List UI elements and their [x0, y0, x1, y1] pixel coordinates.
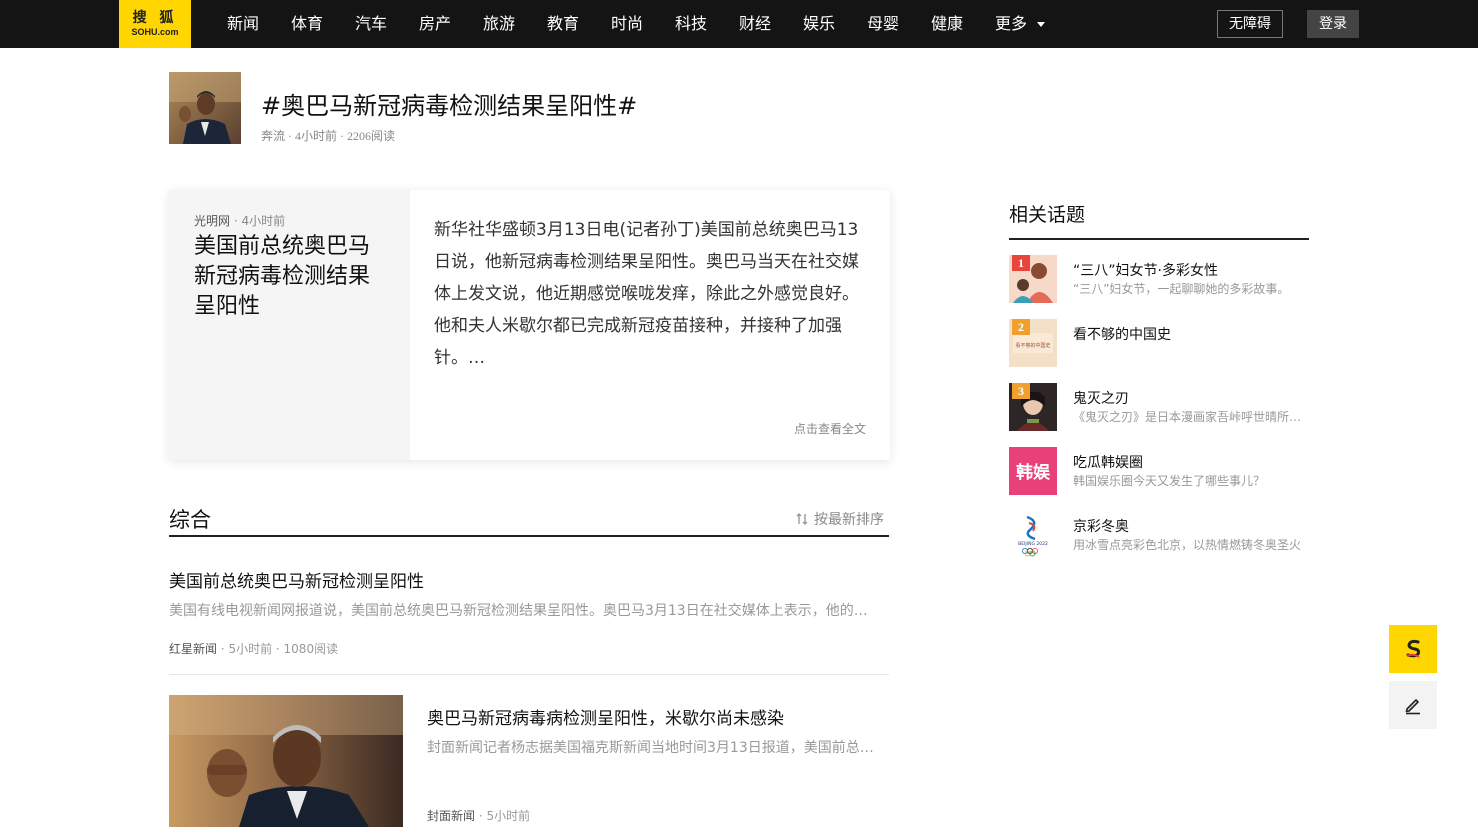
- related-topic-thumbnail: 韩娱: [1009, 447, 1057, 495]
- sohu-s-icon: [1406, 639, 1421, 658]
- rank-badge: 2: [1012, 319, 1030, 335]
- section-divider: [169, 535, 889, 537]
- related-topic-title: 京彩冬奥: [1073, 519, 1129, 535]
- article-title[interactable]: 美国前总统奥巴马新冠检测呈阳性: [169, 567, 424, 592]
- nav-item-entertainment[interactable]: 娱乐: [787, 0, 851, 48]
- nav-item-finance[interactable]: 财经: [723, 0, 787, 48]
- related-topic-item[interactable]: 1 “三八”妇女节·多彩女性 “三八”妇女节，一起聊聊她的多彩故事。: [1009, 255, 1309, 303]
- related-topics-title: 相关话题: [1009, 204, 1086, 226]
- logo-english-text: SOHU.com: [131, 27, 179, 37]
- topic-meta: 奔流 · 4小时前 · 2206阅读: [261, 129, 395, 143]
- article-time-reads: · 5小时前 · 1080阅读: [217, 642, 339, 656]
- related-topic-title: 鬼灭之刃: [1073, 391, 1129, 407]
- sort-icon: [796, 513, 808, 525]
- write-post-button[interactable]: [1389, 681, 1437, 729]
- nav-item-health[interactable]: 健康: [915, 0, 979, 48]
- topic-title: #奥巴马新冠病毒检测结果呈阳性#: [261, 92, 638, 120]
- related-topic-item[interactable]: BEIJING 2022 京彩冬奥 用冰雪点亮彩色北京，以热情燃铸冬奥圣火: [1009, 511, 1309, 559]
- nav-item-parenting[interactable]: 母婴: [851, 0, 915, 48]
- article-source[interactable]: 封面新闻: [427, 809, 475, 823]
- related-topic-item[interactable]: 韩娱 吃瓜韩娱圈 韩国娱乐圈今天又发生了哪些事儿？: [1009, 447, 1309, 495]
- sort-label: 按最新排序: [814, 512, 884, 528]
- rank-badge: 1: [1012, 255, 1030, 271]
- article-divider: [169, 674, 889, 675]
- nav-item-sports[interactable]: 体育: [275, 0, 339, 48]
- article-meta: 红星新闻 · 5小时前 · 1080阅读: [169, 640, 338, 657]
- related-topic-item[interactable]: 看不够的中国史 2 看不够的中国史: [1009, 319, 1309, 367]
- related-topic-item[interactable]: 3 鬼灭之刃 《鬼灭之刃》是日本漫画家吾峠呼世晴所著的少年漫画作品: [1009, 383, 1309, 431]
- topic-avatar-image: [169, 72, 241, 144]
- related-topic-desc: 用冰雪点亮彩色北京，以热情燃铸冬奥圣火: [1073, 538, 1302, 552]
- thumbnail-caption: BEIJING 2022: [1018, 541, 1048, 547]
- article-source[interactable]: 红星新闻: [169, 642, 217, 656]
- accessibility-button[interactable]: 无障碍: [1217, 10, 1283, 38]
- thumbnail-caption: 看不够的中国史: [1015, 342, 1050, 349]
- nav-item-education[interactable]: 教育: [531, 0, 595, 48]
- nav-item-realestate[interactable]: 房产: [403, 0, 467, 48]
- article-title[interactable]: 奥巴马新冠病毒病检测呈阳性，米歇尔尚未感染: [427, 704, 784, 729]
- featured-source-line: 光明网 · 4小时前: [194, 212, 285, 229]
- sort-by-latest-button[interactable]: 按最新排序: [795, 509, 884, 529]
- nav-more-dropdown[interactable]: 更多: [979, 0, 1046, 48]
- caret-down-icon: [1037, 21, 1046, 27]
- section-title: 综合: [169, 508, 211, 532]
- related-topic-title: “三八”妇女节·多彩女性: [1073, 263, 1218, 279]
- related-topics-divider: [1009, 238, 1309, 240]
- sohu-logo[interactable]: 搜 狐 SOHU.com: [119, 0, 191, 48]
- nav-item-auto[interactable]: 汽车: [339, 0, 403, 48]
- nav-more-label: 更多: [995, 14, 1028, 33]
- related-topic-title: 看不够的中国史: [1073, 327, 1171, 343]
- nav-item-tech[interactable]: 科技: [659, 0, 723, 48]
- featured-source: 光明网: [194, 214, 231, 228]
- featured-article-card[interactable]: 光明网 · 4小时前 美国前总统奥巴马新冠病毒检测结果呈阳性 新华社华盛顿3月1…: [169, 190, 890, 460]
- nav-item-travel[interactable]: 旅游: [467, 0, 531, 48]
- featured-time: · 4小时前: [230, 214, 286, 228]
- nav-item-news[interactable]: 新闻: [211, 0, 275, 48]
- article-summary: 美国有线电视新闻网报道说，美国前总统奥巴马新冠检测结果呈阳性。奥巴马3月13日在…: [169, 603, 881, 619]
- article-meta: 封面新闻 · 5小时前: [427, 807, 530, 824]
- related-topic-desc: 韩国娱乐圈今天又发生了哪些事儿？: [1073, 474, 1266, 488]
- thumbnail-caption: 韩娱: [1016, 462, 1051, 483]
- article-time: · 5小时前: [475, 809, 531, 823]
- article-summary: 封面新闻记者杨志据美国福克斯新闻当地时间3月13日报道，美国前总统奥巴马称其新冠…: [427, 740, 887, 756]
- logo-chinese-text: 搜 狐: [132, 10, 178, 26]
- read-full-article-link[interactable]: 点击查看全文: [794, 420, 866, 437]
- featured-headline[interactable]: 美国前总统奥巴马新冠病毒检测结果呈阳性: [194, 232, 384, 322]
- featured-body-text: 新华社华盛顿3月13日电(记者孙丁)美国前总统奥巴马13日说，他新冠病毒检测结果…: [434, 220, 859, 368]
- pencil-icon: [1405, 699, 1420, 715]
- channel-menu: 新闻 体育 汽车 房产 旅游 教育 时尚 科技 财经 娱乐 母婴 健康 更多: [211, 0, 1046, 48]
- sohu-app-button[interactable]: [1389, 625, 1437, 673]
- top-navigation-bar: 搜 狐 SOHU.com 新闻 体育 汽车 房产 旅游 教育 时尚 科技 财经 …: [0, 0, 1478, 48]
- related-topic-desc: 《鬼灭之刃》是日本漫画家吾峠呼世晴所著的少年漫画作品: [1073, 410, 1305, 424]
- nav-item-fashion[interactable]: 时尚: [595, 0, 659, 48]
- article-thumbnail[interactable]: [169, 695, 403, 827]
- featured-card-left-panel: 光明网 · 4小时前 美国前总统奥巴马新冠病毒检测结果呈阳性: [169, 190, 410, 460]
- related-topic-title: 吃瓜韩娱圈: [1073, 455, 1143, 471]
- login-button[interactable]: 登录: [1307, 10, 1359, 38]
- rank-badge: 3: [1012, 383, 1030, 399]
- related-topic-thumbnail: BEIJING 2022: [1009, 511, 1057, 559]
- related-topic-desc: “三八”妇女节，一起聊聊她的多彩故事。: [1073, 282, 1290, 296]
